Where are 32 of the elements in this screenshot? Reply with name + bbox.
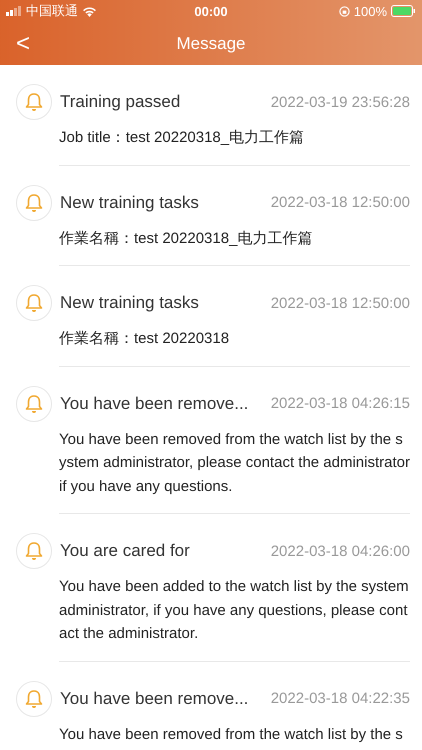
clock-time: 00:00 <box>193 4 229 18</box>
message-title: You are cared for <box>60 541 191 561</box>
back-button[interactable]: < <box>0 30 46 58</box>
message-time: 2022-03-19 23:56:28 <box>270 94 410 110</box>
message-body: Job title：test 20220318_电力工作篇 <box>59 128 306 148</box>
message-title: New training tasks <box>60 192 200 212</box>
signal-icon <box>6 6 22 16</box>
message-time: 2022-03-18 12:50:00 <box>270 194 410 211</box>
message-title: You have been remove... <box>60 688 250 708</box>
message-time: 2022-03-18 04:26:00 <box>270 542 410 560</box>
page-title: Message <box>176 34 246 54</box>
message-title: New training tasks <box>60 293 200 313</box>
bell-icon <box>16 285 52 321</box>
message-body: 作業名稱：test 20220318 <box>59 329 230 349</box>
battery-percent: 100% <box>354 4 388 18</box>
wifi-icon <box>82 6 97 16</box>
message-body: You have been removed from the watch list by the system administrator, please contact the administrator if you have any questions. <box>59 430 410 496</box>
message-time: 2022-03-18 04:22:35 <box>270 690 410 707</box>
bell-icon <box>16 84 52 120</box>
message-time: 2022-03-18 04:26:15 <box>270 395 410 412</box>
bell-icon <box>16 386 52 422</box>
message-title: You have been remove... <box>60 394 250 414</box>
bell-icon <box>16 533 52 569</box>
rotation-lock-icon <box>338 6 350 16</box>
message-title: Training passed <box>60 92 182 112</box>
carrier-name: 中国联通 <box>26 2 78 20</box>
message-body: You have been added to the watch list by the system administrator, if you have any questions, please contact the administrator. <box>59 577 410 644</box>
bell-icon <box>16 680 52 716</box>
message-body: 作業名稱：test 20220318_电力工作篇 <box>59 228 314 248</box>
message-time: 2022-03-18 12:50:00 <box>270 294 410 312</box>
message-body: You have been removed from the watch list by the s <box>59 724 404 744</box>
bell-icon <box>16 184 52 220</box>
